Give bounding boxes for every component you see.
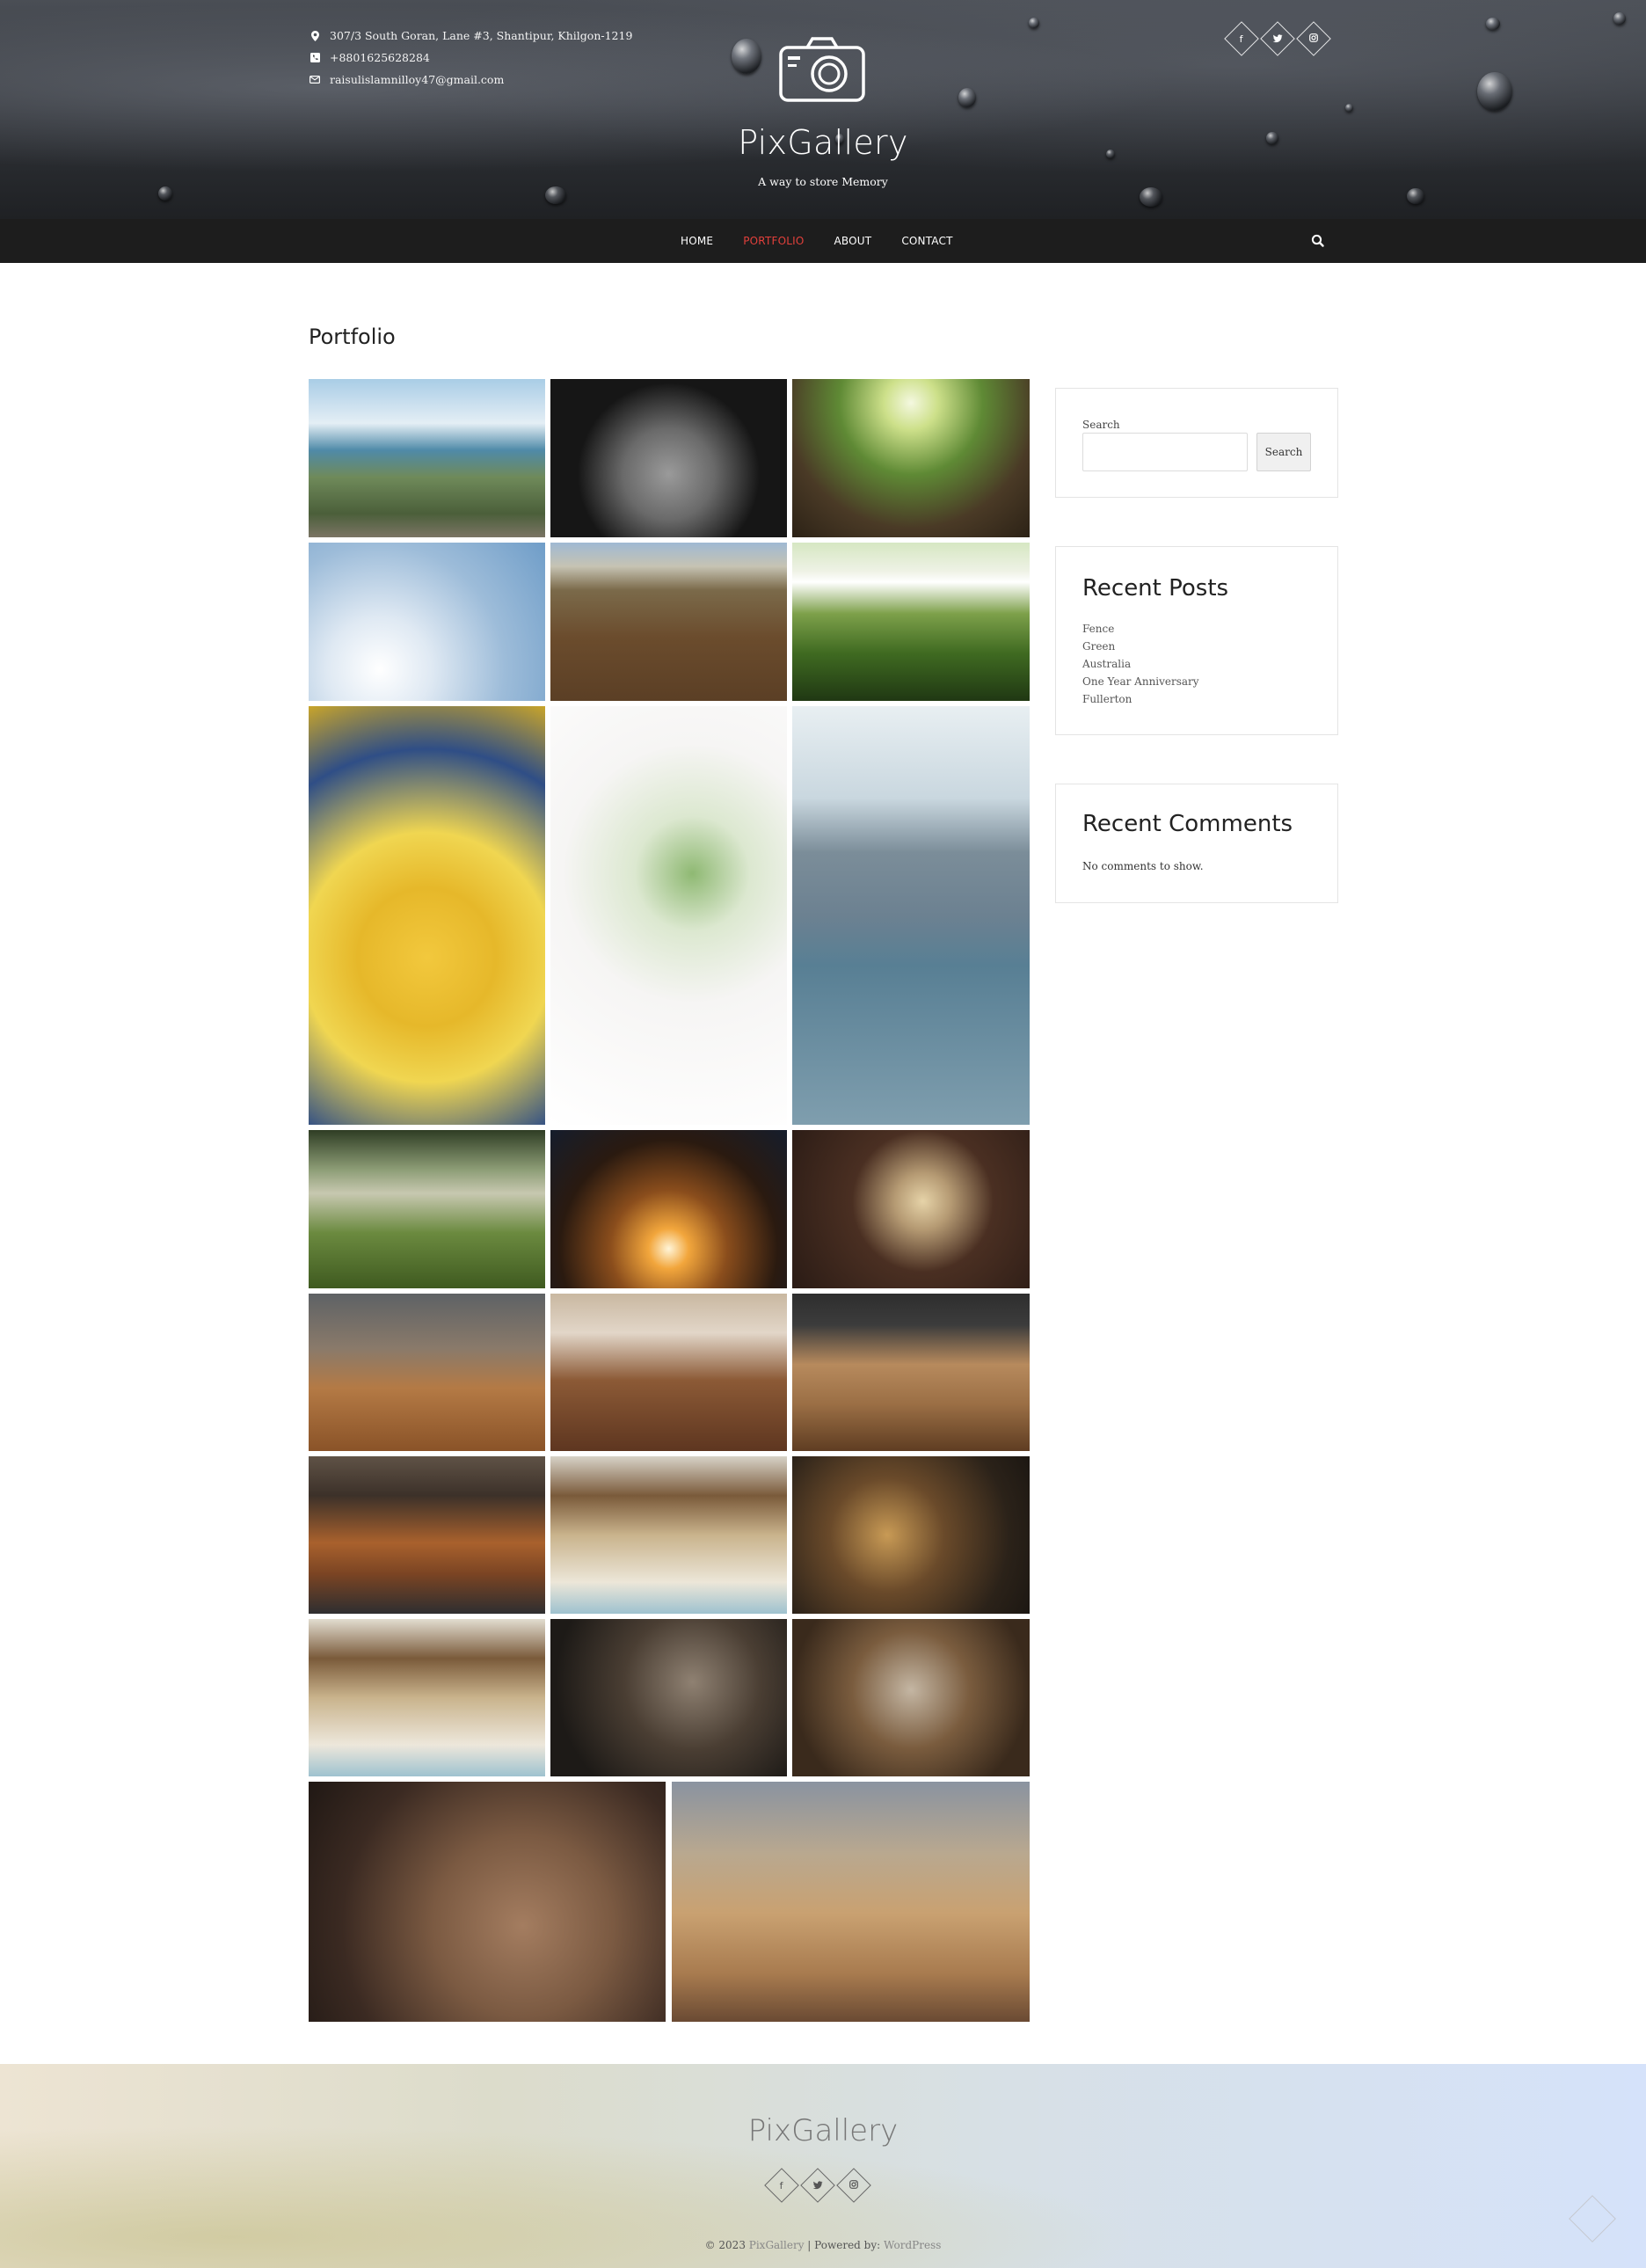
recent-comments-widget: Recent Comments No comments to show. <box>1055 784 1338 903</box>
search-input[interactable] <box>1082 433 1248 471</box>
contact-address: 307/3 South Goran, Lane #3, Shantipur, K… <box>309 25 632 47</box>
site-footer: PixGallery f © 2023 PixGallery | Powered… <box>0 2064 1646 2268</box>
footer-facebook-link[interactable]: f <box>764 2168 799 2203</box>
recent-posts-title: Recent Posts <box>1082 575 1229 602</box>
header-social-links: f <box>1224 21 1337 56</box>
nav-menu: HOME PORTFOLIO ABOUT CONTACT <box>681 219 983 263</box>
raindrop <box>1407 188 1424 204</box>
map-marker-icon <box>309 30 321 41</box>
instagram-link[interactable] <box>1296 21 1331 56</box>
recent-posts-widget: Recent Posts Fence Green Australia One Y… <box>1055 546 1338 735</box>
search-widget: Search Search <box>1055 388 1338 498</box>
site-header: 307/3 South Goran, Lane #3, Shantipur, K… <box>0 0 1646 219</box>
recent-posts-list: Fence Green Australia One Year Anniversa… <box>1082 620 1199 708</box>
gallery-image-workbench-chair[interactable] <box>792 1294 1030 1451</box>
gallery-image-tree-trunk-upward[interactable] <box>792 379 1030 537</box>
instagram-icon <box>849 2180 858 2191</box>
recent-post-link[interactable]: One Year Anniversary <box>1082 673 1199 690</box>
gallery-image-water-tower-sky[interactable] <box>309 543 545 701</box>
raindrop <box>545 186 566 204</box>
raindrop <box>958 88 976 107</box>
contact-info: 307/3 South Goran, Lane #3, Shantipur, K… <box>309 25 632 91</box>
nav-item-home[interactable]: HOME <box>681 235 713 247</box>
gallery-image-crackers-on-table[interactable] <box>792 1130 1030 1288</box>
portfolio-gallery <box>309 379 1030 2022</box>
gallery-image-workshop-spray-cans[interactable] <box>672 1782 1030 2022</box>
recent-post-link[interactable]: Fullerton <box>1082 690 1199 708</box>
gallery-image-green-leaves-white[interactable] <box>550 706 787 1125</box>
email-text[interactable]: raisulislamnilloy47@gmail.com <box>330 73 504 86</box>
contact-email: raisulislamnilloy47@gmail.com <box>309 69 632 91</box>
raindrop <box>1477 72 1512 111</box>
site-tagline: A way to store Memory <box>758 175 888 188</box>
phone-icon <box>309 53 321 62</box>
copyright-text: © 2023 PixGallery | Powered by: WordPres… <box>0 2239 1646 2251</box>
copyright-site-link[interactable]: PixGallery <box>749 2239 805 2251</box>
back-to-top-button[interactable] <box>1569 2195 1616 2242</box>
gallery-image-garden-fence-toy[interactable] <box>792 543 1030 701</box>
gallery-image-tool-wall-closeup[interactable] <box>309 1619 545 1776</box>
raindrop <box>732 39 761 74</box>
gallery-image-tool-wall-chisels[interactable] <box>550 1456 787 1614</box>
camera-logo-icon[interactable] <box>779 37 865 102</box>
gallery-image-balloon-over-vineyard[interactable] <box>550 543 787 701</box>
gallery-image-campfire-night[interactable] <box>550 1130 787 1288</box>
search-icon[interactable] <box>1310 233 1326 249</box>
twitter-icon <box>812 2180 823 2191</box>
gallery-image-cafe-table-cup[interactable] <box>550 1294 787 1451</box>
recent-post-link[interactable]: Fence <box>1082 620 1199 638</box>
phone-text: +8801625628284 <box>330 51 430 64</box>
recent-post-link[interactable]: Australia <box>1082 655 1199 673</box>
search-button[interactable]: Search <box>1256 433 1311 471</box>
gallery-image-woodworker-sanding[interactable] <box>309 1782 666 2022</box>
gallery-image-opera-house-lattice[interactable] <box>550 379 787 537</box>
contact-phone: +8801625628284 <box>309 47 632 69</box>
gallery-image-dining-lamps[interactable] <box>309 1456 545 1614</box>
footer-site-title[interactable]: PixGallery <box>0 2113 1646 2148</box>
facebook-link[interactable]: f <box>1224 21 1259 56</box>
raindrop <box>1345 104 1353 112</box>
gallery-image-carving-bench-light[interactable] <box>792 1619 1030 1776</box>
envelope-icon <box>309 76 321 84</box>
footer-twitter-link[interactable] <box>800 2168 835 2203</box>
gallery-image-plant-on-desk[interactable] <box>309 1294 545 1451</box>
gallery-image-yellow-balloon-canopy[interactable] <box>309 706 545 1125</box>
twitter-link[interactable] <box>1260 21 1295 56</box>
raindrop <box>1140 187 1162 207</box>
gallery-image-rustic-workshop[interactable] <box>792 1456 1030 1614</box>
wordpress-link[interactable]: WordPress <box>884 2239 941 2251</box>
footer-instagram-link[interactable] <box>836 2168 871 2203</box>
twitter-icon <box>1272 33 1283 44</box>
gallery-image-valley-hills[interactable] <box>309 1130 545 1288</box>
nav-item-about[interactable]: ABOUT <box>834 235 872 247</box>
gallery-image-skyline-harbour-boats[interactable] <box>792 706 1030 1125</box>
search-label: Search <box>1082 419 1120 431</box>
raindrop <box>158 186 172 201</box>
no-comments-text: No comments to show. <box>1082 860 1204 872</box>
facebook-icon: f <box>780 2179 783 2191</box>
recent-post-link[interactable]: Green <box>1082 638 1199 655</box>
nav-item-contact[interactable]: CONTACT <box>901 235 952 247</box>
page-title: Portfolio <box>309 325 396 349</box>
site-title[interactable]: PixGallery <box>0 123 1646 162</box>
gallery-image-carving-bench-dark[interactable] <box>550 1619 787 1776</box>
raindrop <box>1613 12 1626 25</box>
raindrop <box>1029 18 1039 28</box>
facebook-icon: f <box>1240 33 1243 45</box>
gallery-image-city-harbour-bridge[interactable] <box>309 379 545 537</box>
nav-item-portfolio[interactable]: PORTFOLIO <box>743 235 804 247</box>
recent-comments-title: Recent Comments <box>1082 811 1293 837</box>
address-text: 307/3 South Goran, Lane #3, Shantipur, K… <box>330 29 633 42</box>
copyright-powered-label: | Powered by: <box>804 2239 884 2251</box>
main-navigation: HOME PORTFOLIO ABOUT CONTACT <box>0 219 1646 263</box>
copyright-prefix: © 2023 <box>704 2239 749 2251</box>
raindrop <box>1486 18 1500 30</box>
footer-social-links: f <box>764 2168 878 2203</box>
instagram-icon <box>1309 33 1318 44</box>
